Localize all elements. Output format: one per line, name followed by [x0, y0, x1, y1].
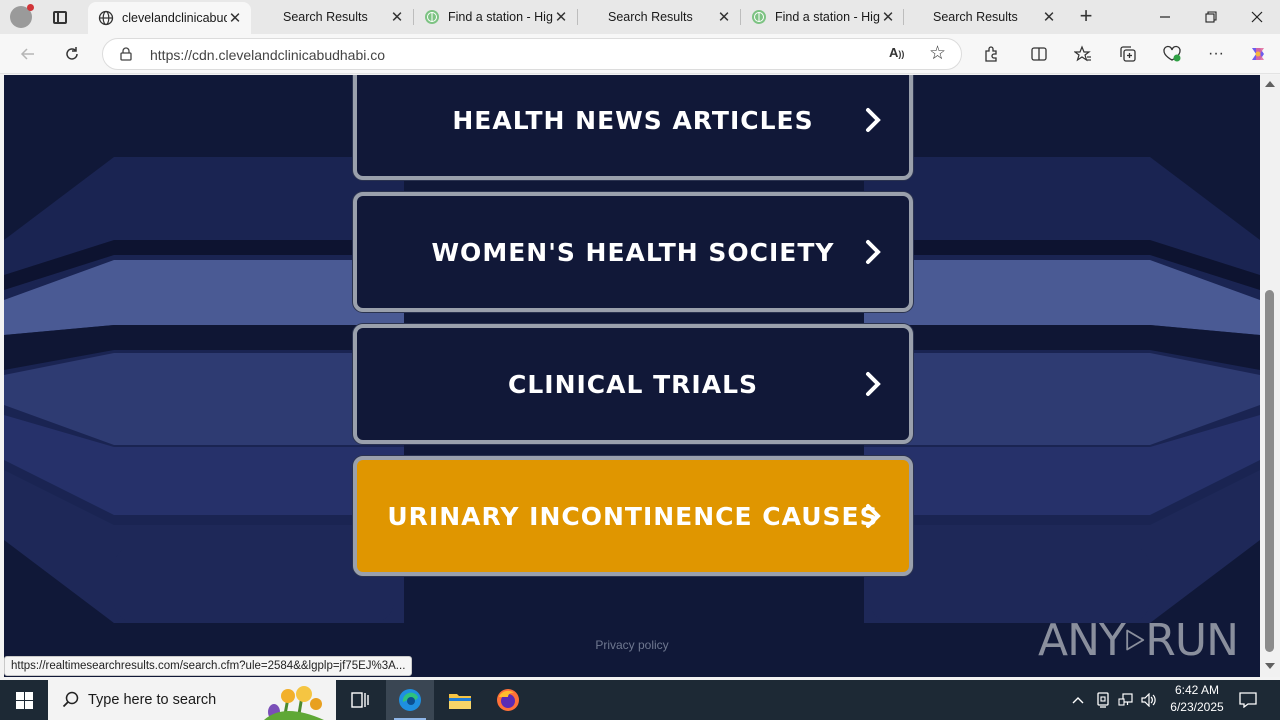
tab-0[interactable]: clevelandclinicabud ✕ — [88, 2, 251, 34]
station-icon — [752, 10, 766, 24]
chevron-right-icon — [866, 372, 881, 396]
globe-icon — [98, 10, 114, 26]
play-logo-icon — [1126, 629, 1145, 651]
menu-button-clinical-trials[interactable]: CLINICAL TRIALS — [353, 324, 913, 444]
menu-button-label: WOMEN'S HEALTH SOCIETY — [431, 237, 835, 267]
restore-icon[interactable] — [1188, 0, 1234, 34]
tab-title: Find a station - Hig — [448, 10, 553, 24]
tab-title: clevelandclinicabud — [122, 11, 227, 25]
firefox-icon[interactable] — [484, 680, 532, 720]
menu-button-urinary-incontinence[interactable]: URINARY INCONTINENCE CAUSES — [353, 456, 913, 576]
address-bar[interactable]: https://cdn.clevelandclinicabudhabi.co A… — [102, 38, 962, 70]
task-view-icon[interactable] — [336, 680, 384, 720]
tab-2[interactable]: Find a station - Hig ✕ — [414, 0, 577, 34]
close-tab-icon[interactable]: ✕ — [1041, 9, 1057, 26]
scroll-up-icon[interactable] — [1265, 81, 1275, 87]
navigation-bar: https://cdn.clevelandclinicabudhabi.co A… — [0, 34, 1280, 74]
network-icon[interactable] — [1116, 680, 1136, 720]
menu-button-label: HEALTH NEWS ARTICLES — [452, 105, 814, 135]
anyrun-watermark: ANY RUN — [1038, 608, 1239, 672]
taskbar-search-box[interactable]: Type here to search — [48, 680, 336, 720]
tab-separator — [903, 9, 904, 25]
notifications-icon[interactable] — [1236, 680, 1260, 720]
tab-title: Search Results — [283, 10, 368, 24]
close-tab-icon[interactable]: ✕ — [880, 9, 896, 26]
browser-essentials-icon[interactable] — [1157, 40, 1187, 68]
scroll-down-icon[interactable] — [1265, 663, 1275, 669]
taskbar-clock[interactable]: 6:42 AM 6/23/2025 — [1160, 682, 1234, 716]
tab-separator — [577, 9, 578, 25]
settings-more-icon[interactable]: ··· — [1201, 40, 1231, 68]
menu-button-womens-health[interactable]: WOMEN'S HEALTH SOCIETY — [353, 192, 913, 312]
tab-title: Search Results — [933, 10, 1018, 24]
tab-strip: clevelandclinicabud ✕ Search Results ✕ F… — [0, 0, 1280, 34]
menu-button-health-news[interactable]: HEALTH NEWS ARTICLES — [353, 75, 913, 180]
device-icon[interactable] — [1094, 680, 1112, 720]
close-tab-icon[interactable]: ✕ — [553, 9, 569, 26]
clock-date: 6/23/2025 — [1170, 700, 1224, 714]
extensions-icon[interactable] — [976, 40, 1006, 68]
windows-taskbar: Type here to search 6:42 AM 6/23/2025 — [0, 680, 1280, 720]
close-window-icon[interactable] — [1234, 0, 1280, 34]
tab-5[interactable]: Search Results ✕ — [923, 0, 1065, 34]
page-scrollbar[interactable] — [1260, 75, 1280, 677]
close-tab-icon[interactable]: ✕ — [389, 9, 405, 26]
read-aloud-icon[interactable]: A)) — [889, 45, 904, 60]
refresh-icon[interactable] — [57, 40, 87, 68]
site-info-icon[interactable] — [119, 47, 133, 61]
watermark-text-right: RUN — [1145, 614, 1239, 666]
chevron-right-icon — [866, 240, 881, 264]
tab-actions-icon[interactable] — [48, 6, 72, 28]
station-icon — [425, 10, 439, 24]
menu-button-label: CLINICAL TRIALS — [507, 369, 759, 399]
tab-title: Find a station - Hig — [775, 10, 880, 24]
file-explorer-icon[interactable] — [436, 680, 484, 720]
flowers-decoration-icon — [264, 686, 324, 720]
clock-time: 6:42 AM — [1174, 683, 1220, 697]
status-url-tooltip: https://realtimesearchresults.com/search… — [4, 656, 413, 676]
taskbar-search-placeholder: Type here to search — [88, 692, 217, 708]
scrollbar-thumb[interactable] — [1265, 290, 1274, 652]
collections-icon[interactable] — [1113, 40, 1143, 68]
new-tab-icon[interactable]: + — [1074, 5, 1098, 29]
chevron-right-icon — [866, 108, 881, 132]
edge-taskbar-icon[interactable] — [386, 680, 434, 720]
profile-avatar-icon[interactable] — [10, 4, 34, 28]
favorites-icon[interactable] — [1068, 40, 1098, 68]
favorite-star-icon[interactable]: ☆ — [929, 42, 946, 65]
search-icon — [62, 691, 79, 708]
close-tab-icon[interactable]: ✕ — [716, 9, 732, 26]
back-icon[interactable] — [13, 40, 43, 68]
watermark-text-left: ANY — [1038, 614, 1126, 666]
show-hidden-icons-icon[interactable] — [1068, 680, 1088, 720]
url-text[interactable]: https://cdn.clevelandclinicabudhabi.co — [150, 47, 385, 63]
close-tab-icon[interactable]: ✕ — [227, 10, 243, 27]
volume-icon[interactable] — [1140, 680, 1160, 720]
tab-title: Search Results — [608, 10, 693, 24]
tab-3[interactable]: Search Results ✕ — [598, 0, 740, 34]
split-screen-icon[interactable] — [1024, 40, 1054, 68]
chevron-right-icon — [866, 504, 881, 528]
minimize-icon[interactable] — [1142, 0, 1188, 34]
tab-4[interactable]: Find a station - Hig ✕ — [741, 0, 904, 34]
page-viewport: HEALTH NEWS ARTICLES WOMEN'S HEALTH SOCI… — [4, 75, 1260, 677]
tab-1[interactable]: Search Results ✕ — [273, 0, 413, 34]
windows-start-icon[interactable] — [0, 680, 48, 720]
copilot-icon[interactable] — [1243, 40, 1273, 68]
menu-button-label: URINARY INCONTINENCE CAUSES — [387, 501, 879, 531]
